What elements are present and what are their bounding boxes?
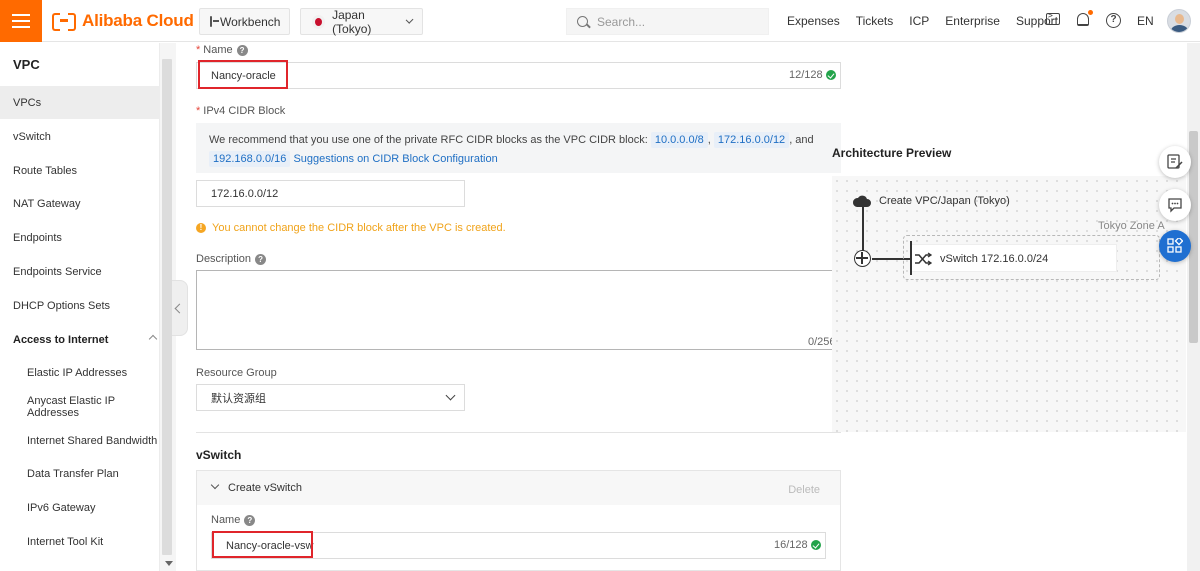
user-avatar[interactable] xyxy=(1167,9,1191,33)
notification-bell-icon[interactable] xyxy=(1077,13,1089,26)
sidebar-item-elastic-ip[interactable]: Elastic IP Addresses xyxy=(0,356,160,389)
sidebar-item-endpoints-service[interactable]: Endpoints Service xyxy=(0,255,160,288)
page-scrollbar[interactable] xyxy=(1187,43,1200,571)
sidebar-item-route-tables[interactable]: Route Tables xyxy=(0,154,160,187)
hamburger-menu-button[interactable] xyxy=(0,0,42,42)
scroll-down-arrow-icon[interactable] xyxy=(165,561,173,566)
top-navigation-bar: Alibaba Cloud Workbench Japan (Tokyo) Se… xyxy=(0,0,1200,42)
search-input[interactable]: Search... xyxy=(566,8,769,35)
vswitch-node-bar xyxy=(910,241,912,275)
highlight-box xyxy=(212,531,313,558)
vswitch-section-title: vSwitch xyxy=(196,448,242,462)
feedback-button[interactable] xyxy=(1159,146,1191,178)
description-label: Description? xyxy=(196,253,267,265)
resource-group-select[interactable]: 默认资源组 xyxy=(196,384,465,411)
delete-vswitch-button[interactable]: Delete xyxy=(788,484,820,496)
vpc-node-label: Create VPC/Japan (Tokyo) xyxy=(879,195,1010,207)
sidebar: VPC VPCs vSwitch Route Tables NAT Gatewa… xyxy=(0,43,160,571)
cidr-block-input[interactable]: 172.16.0.0/12 xyxy=(196,180,465,207)
cidr-chip-192[interactable]: 192.168.0.0/16 xyxy=(209,151,291,167)
vrouter-icon xyxy=(854,250,871,267)
section-divider xyxy=(196,432,841,433)
alibaba-cloud-logo[interactable]: Alibaba Cloud xyxy=(52,11,194,31)
sidebar-item-data-transfer-plan[interactable]: Data Transfer Plan xyxy=(0,457,160,490)
workbench-button[interactable]: Workbench xyxy=(199,8,290,35)
sidebar-item-internet-tool-kit[interactable]: Internet Tool Kit xyxy=(0,525,160,558)
connector-line xyxy=(862,206,864,252)
notification-dot xyxy=(1088,10,1093,15)
create-vswitch-header[interactable]: Create vSwitch Delete xyxy=(197,471,840,505)
help-question-icon[interactable]: ? xyxy=(255,253,267,265)
cidr-recommendation-notice: We recommend that you use one of the pri… xyxy=(196,123,841,173)
vswitch-name-char-counter: 16/128 xyxy=(774,539,821,551)
warning-icon: ! xyxy=(196,223,206,233)
zone-label: Tokyo Zone A xyxy=(1098,220,1165,232)
cidr-chip-172[interactable]: 172.16.0.0/12 xyxy=(713,132,790,148)
vswitch-shuffle-icon xyxy=(915,252,932,266)
icp-link[interactable]: ICP xyxy=(909,14,929,28)
resource-group-label: Resource Group xyxy=(196,367,277,379)
language-switcher[interactable]: EN xyxy=(1137,14,1154,28)
architecture-canvas xyxy=(832,176,1186,432)
enterprise-link[interactable]: Enterprise xyxy=(945,14,1000,28)
highlight-box xyxy=(198,60,288,89)
check-circle-icon xyxy=(825,70,836,80)
sidebar-item-endpoints[interactable]: Endpoints xyxy=(0,221,160,254)
help-question-icon[interactable]: ? xyxy=(236,44,248,56)
sidebar-item-ipv6-gateway[interactable]: IPv6 Gateway xyxy=(0,491,160,524)
name-label: * Name? xyxy=(196,44,248,56)
sidebar-item-vswitch[interactable]: vSwitch xyxy=(0,120,160,153)
chat-button[interactable] xyxy=(1159,189,1191,221)
alibaba-cloud-logo-icon xyxy=(52,13,76,31)
help-icon[interactable]: ? xyxy=(1106,13,1121,28)
apps-grid-icon xyxy=(1167,238,1183,253)
terminal-icon[interactable] xyxy=(1046,11,1060,25)
sidebar-item-vpcs[interactable]: VPCs xyxy=(0,86,160,119)
region-selector[interactable]: Japan (Tokyo) xyxy=(300,8,423,36)
apps-button[interactable] xyxy=(1159,230,1191,262)
cidr-suggestions-link[interactable]: Suggestions on CIDR Block Configuration xyxy=(293,153,497,165)
japan-flag-icon xyxy=(315,17,323,26)
help-question-icon[interactable]: ? xyxy=(244,514,256,526)
sidebar-item-dhcp-options-sets[interactable]: DHCP Options Sets xyxy=(0,289,160,322)
edit-note-icon xyxy=(1167,154,1183,169)
chat-icon xyxy=(1168,198,1182,213)
workbench-icon xyxy=(210,16,219,27)
expenses-link[interactable]: Expenses xyxy=(787,14,840,28)
cidr-warning: ! You cannot change the CIDR block after… xyxy=(196,222,506,234)
sidebar-item-nat-gateway[interactable]: NAT Gateway xyxy=(0,187,160,220)
chevron-down-icon xyxy=(405,15,414,24)
top-links: Expenses Tickets ICP Enterprise Support xyxy=(779,0,1066,42)
vswitch-node-label: vSwitch 172.16.0.0/24 xyxy=(940,253,1049,265)
vswitch-name-label: Name? xyxy=(211,514,256,526)
sidebar-collapse-handle[interactable] xyxy=(172,280,188,336)
chevron-down-icon[interactable] xyxy=(210,480,220,490)
search-icon xyxy=(577,16,588,27)
description-textarea[interactable] xyxy=(196,270,841,350)
sidebar-item-anycast-eip[interactable]: Anycast Elastic IP Addresses xyxy=(0,390,160,423)
sidebar-group-access-to-internet[interactable]: Access to Internet xyxy=(0,323,160,356)
check-circle-icon xyxy=(810,540,821,550)
tickets-link[interactable]: Tickets xyxy=(856,14,894,28)
name-char-counter: 12/128 xyxy=(789,69,836,81)
vpc-name-input[interactable]: Nancy-oracle xyxy=(196,62,841,89)
architecture-preview-title: Architecture Preview xyxy=(832,146,952,160)
cidr-label: * IPv4 CIDR Block xyxy=(196,105,286,117)
sidebar-title: VPC xyxy=(13,57,40,72)
cidr-chip-10[interactable]: 10.0.0.0/8 xyxy=(650,132,708,148)
sidebar-item-shared-bandwidth[interactable]: Internet Shared Bandwidth xyxy=(0,424,160,457)
